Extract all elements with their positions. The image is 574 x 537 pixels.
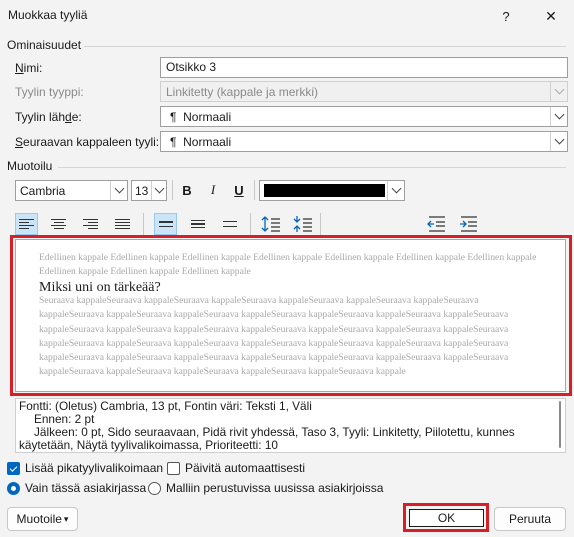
properties-group-label: Ominaisuudet bbox=[7, 38, 82, 52]
chevron-down-icon[interactable] bbox=[550, 107, 567, 126]
style-preview: Edellinen kappale Edellinen kappale Edel… bbox=[15, 239, 566, 392]
preview-previous-paragraph: Edellinen kappale Edellinen kappale Edel… bbox=[39, 252, 537, 278]
formatting-divider bbox=[58, 167, 566, 168]
style-description: Fontti: (Oletus) Cambria, 13 pt, Fontin … bbox=[15, 398, 566, 453]
align-center-button[interactable] bbox=[47, 213, 70, 235]
decrease-spacing-button[interactable] bbox=[291, 213, 314, 235]
new-documents-label[interactable]: Malliin perustuvissa uusissa asiakirjois… bbox=[166, 481, 383, 495]
increase-spacing-button[interactable] bbox=[259, 213, 282, 235]
decrease-indent-icon bbox=[426, 216, 445, 232]
font-color-swatch bbox=[264, 184, 385, 197]
underline-button[interactable]: U bbox=[228, 179, 250, 201]
this-document-radio[interactable] bbox=[7, 482, 20, 495]
pilcrow-icon: ¶ bbox=[170, 135, 177, 149]
italic-button[interactable]: I bbox=[202, 179, 224, 201]
font-size-select[interactable]: 13 bbox=[131, 180, 167, 201]
description-line: käytetään, Näytä tyylivalikoimassa, Prio… bbox=[19, 438, 278, 452]
increase-spacing-icon bbox=[261, 216, 280, 232]
toolbar-separator bbox=[172, 180, 173, 200]
decrease-indent-button[interactable] bbox=[425, 213, 448, 235]
based-on-label: Tyylin lähde: bbox=[15, 110, 82, 124]
toolbar-separator bbox=[143, 213, 144, 235]
increase-indent-icon bbox=[459, 216, 477, 232]
decrease-spacing-icon bbox=[293, 216, 312, 232]
name-label: Nimi: bbox=[15, 61, 43, 75]
toolbar-separator bbox=[320, 213, 321, 235]
formatting-group-label: Muotoilu bbox=[7, 159, 53, 173]
based-on-select[interactable]: ¶ Normaali bbox=[160, 106, 568, 127]
increase-indent-button[interactable] bbox=[457, 213, 480, 235]
double-spacing-button[interactable] bbox=[218, 213, 241, 235]
chevron-down-icon: ▾ bbox=[63, 513, 69, 524]
chevron-down-icon[interactable] bbox=[110, 181, 127, 200]
close-button[interactable]: ✕ bbox=[528, 0, 574, 32]
next-style-label: Seuraavan kappaleen tyyli: bbox=[15, 135, 160, 149]
toolbar-separator bbox=[250, 213, 251, 235]
description-line: Fontti: (Oletus) Cambria, 13 pt, Fontin … bbox=[19, 399, 312, 413]
toolbar-separator bbox=[254, 180, 255, 200]
dialog-title: Muokkaa tyyliä bbox=[8, 8, 88, 22]
this-document-label[interactable]: Vain tässä asiakirjassa bbox=[25, 481, 146, 495]
style-type-select: Linkitetty (kappale ja merkki) bbox=[160, 81, 568, 102]
help-button[interactable]: ? bbox=[483, 0, 529, 32]
bold-button[interactable]: B bbox=[176, 179, 198, 201]
format-menu-button[interactable]: Muotoile ▾ bbox=[7, 507, 78, 531]
font-name-select[interactable]: Cambria bbox=[15, 180, 128, 201]
align-left-button[interactable] bbox=[15, 213, 38, 235]
font-color-select[interactable] bbox=[259, 180, 405, 201]
preview-next-paragraph: Seuraava kappaleSeuraava kappaleSeuraava… bbox=[39, 295, 509, 378]
add-to-gallery-checkbox[interactable] bbox=[7, 462, 20, 475]
chevron-down-icon[interactable] bbox=[550, 132, 567, 151]
name-field[interactable]: Otsikko 3 bbox=[160, 57, 568, 78]
cancel-button[interactable]: Peruuta bbox=[494, 507, 566, 531]
chevron-down-icon bbox=[550, 82, 567, 101]
add-to-gallery-label[interactable]: Lisää pikatyylivalikoimaan bbox=[25, 461, 163, 475]
based-on-value: ¶ Normaali bbox=[170, 110, 232, 124]
single-spacing-button[interactable] bbox=[154, 213, 177, 235]
style-type-label: Tyylin tyyppi: bbox=[15, 85, 84, 99]
justify-button[interactable] bbox=[111, 213, 134, 235]
align-right-button[interactable] bbox=[79, 213, 102, 235]
chevron-down-icon[interactable] bbox=[387, 181, 404, 200]
description-scrollbar[interactable] bbox=[559, 401, 561, 448]
properties-divider bbox=[84, 46, 566, 47]
next-style-value: ¶ Normaali bbox=[170, 135, 232, 149]
one-half-spacing-button[interactable] bbox=[186, 213, 209, 235]
chevron-down-icon[interactable] bbox=[151, 181, 166, 200]
auto-update-label[interactable]: Päivitä automaattisesti bbox=[185, 461, 305, 475]
next-style-select[interactable]: ¶ Normaali bbox=[160, 131, 568, 152]
format-menu-label: Muotoile bbox=[16, 512, 62, 526]
ok-button[interactable]: OK bbox=[409, 509, 484, 527]
auto-update-checkbox[interactable] bbox=[167, 462, 180, 475]
new-documents-radio[interactable] bbox=[148, 482, 161, 495]
pilcrow-icon: ¶ bbox=[170, 110, 177, 124]
